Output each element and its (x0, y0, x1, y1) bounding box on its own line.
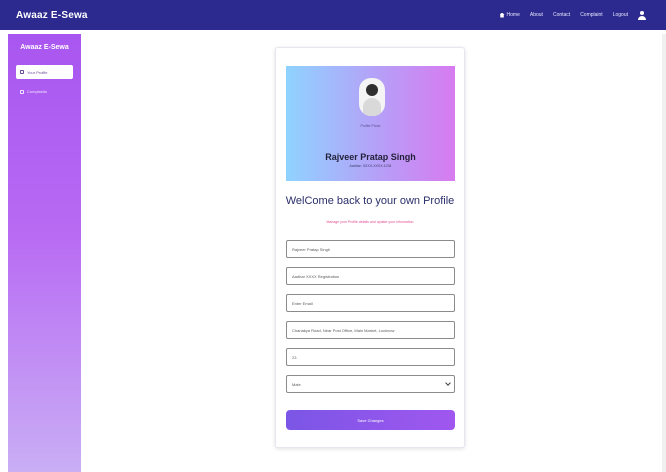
top-nav-links: Home About Contact Complaint Logout (499, 0, 646, 30)
profile-card: Profile Photo Rajveer Pratap Singh Aadha… (275, 47, 465, 448)
nav-home[interactable]: Home (499, 12, 520, 18)
profile-name: Rajveer Pratap Singh (325, 152, 416, 162)
email-field[interactable]: Enter Email (286, 294, 455, 312)
nav-complaint[interactable]: Complaint (580, 12, 603, 18)
avatar (359, 78, 385, 116)
top-navbar: Awaaz E-Sewa Home About Contact Complain… (0, 0, 666, 30)
sidebar-item-label: Complaints (27, 89, 48, 94)
sidebar-item-complaints[interactable]: Complaints (20, 89, 81, 94)
nav-about[interactable]: About (530, 12, 543, 18)
page-title: WelCome back to your own Profile (285, 195, 455, 207)
nav-logout[interactable]: Logout (613, 12, 628, 18)
profile-banner: Profile Photo Rajveer Pratap Singh Aadha… (286, 66, 455, 181)
gender-select[interactable]: Male (286, 375, 455, 393)
user-icon[interactable] (638, 10, 646, 20)
page-scrollbar[interactable] (662, 34, 666, 472)
nav-home-label: Home (506, 12, 520, 18)
sidebar: Awaaz E-Sewa Your Profile Complaints (8, 34, 81, 472)
profile-id: Aadhar: XXXX-XXXX-1234 (349, 164, 392, 168)
nav-contact[interactable]: Contact (553, 12, 570, 18)
address-field[interactable]: Chanakya Road, Near Post Office, Main Ma… (286, 321, 455, 339)
home-icon (499, 12, 505, 18)
sidebar-item-label: Your Profile (27, 69, 48, 75)
profile-icon (20, 70, 24, 74)
brand-logo[interactable]: Awaaz E-Sewa (16, 10, 88, 21)
page-subtitle: Manage your Profile details and update y… (326, 220, 414, 224)
age-field[interactable]: 23 (286, 348, 455, 366)
sidebar-item-your-profile[interactable]: Your Profile (16, 65, 73, 79)
complaint-icon (20, 89, 24, 94)
gender-select-value: Male (292, 381, 301, 387)
save-changes-button[interactable]: Save Changes (286, 410, 455, 430)
name-field[interactable]: Rajveer Pratap Singh (286, 240, 455, 258)
chevron-down-icon (445, 380, 451, 386)
avatar-caption: Profile Photo (360, 124, 381, 128)
sidebar-title: Awaaz E-Sewa (20, 44, 69, 51)
registration-field[interactable]: Aadhar XXXX Registration (286, 267, 455, 285)
